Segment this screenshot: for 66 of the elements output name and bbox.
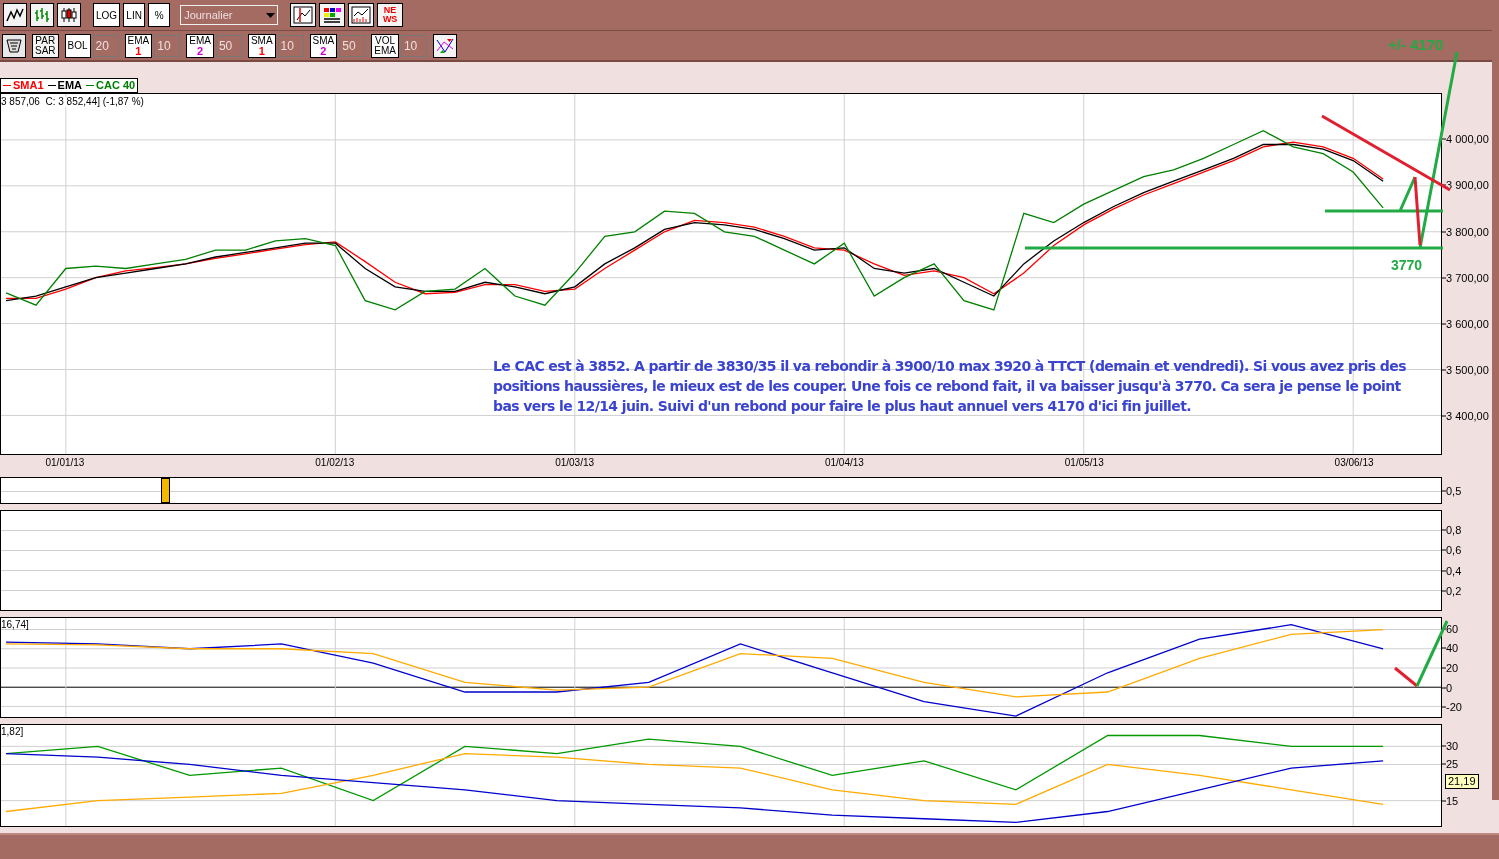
- price-info: 3 857,06 C: 3 852,44] (-1,87 %): [1, 97, 144, 107]
- axis-label: 40: [1446, 642, 1459, 654]
- date-label: 03/06/13: [1334, 458, 1374, 468]
- period-field[interactable]: 20: [92, 34, 119, 57]
- date-label: 01/03/13: [555, 458, 595, 468]
- axis-label: 3 700,00: [1446, 272, 1489, 284]
- bar-chart-icon: [33, 7, 51, 23]
- axis-label: 3 600,00: [1446, 318, 1489, 330]
- target-label: +/- 4170: [1388, 37, 1444, 52]
- axis-label: 0,2: [1446, 585, 1462, 597]
- axis-label: 0,4: [1446, 565, 1462, 577]
- news-label: NE WS: [382, 6, 398, 24]
- axis-label: 0,6: [1446, 544, 1462, 556]
- basket-button[interactable]: [2, 33, 26, 58]
- axis-label: 3 800,00: [1446, 226, 1489, 237]
- axis-label: 15: [1446, 795, 1459, 807]
- indicator-button[interactable]: SMA 2: [309, 33, 338, 58]
- axis-label: -20: [1446, 701, 1462, 713]
- indicator-button[interactable]: EMA 2: [186, 33, 214, 58]
- crossing-lines-icon: [435, 36, 454, 55]
- chart-type-button[interactable]: [3, 3, 27, 27]
- axis-label: 0,5: [1446, 485, 1462, 496]
- date-label: 01/05/13: [1064, 458, 1104, 468]
- tool-button[interactable]: NE WS: [377, 3, 404, 27]
- axis-label: 60: [1446, 623, 1459, 635]
- chart-type-button[interactable]: [30, 3, 54, 27]
- scale-button[interactable]: LIN: [123, 3, 146, 27]
- chart-cursor-icon: [293, 6, 314, 24]
- indicator-button[interactable]: BOL: [64, 33, 91, 58]
- axis-label: 20: [1446, 662, 1459, 674]
- tool-button[interactable]: [348, 3, 375, 27]
- indicator-button[interactable]: EMA 1: [124, 33, 153, 58]
- axis-label: 25: [1446, 758, 1459, 770]
- period-field[interactable]: 10: [154, 34, 181, 57]
- axis-label: 30: [1446, 740, 1459, 752]
- caret-icon: [266, 12, 276, 18]
- date-label: 01/01/13: [45, 458, 85, 468]
- indicator-value: 16,74]: [1, 620, 29, 630]
- indicator-value: 1,82]: [1, 727, 24, 737]
- candlestick-icon: [60, 7, 78, 23]
- axis-label: 3 400,00: [1446, 410, 1489, 422]
- legend-item: SMA1: [3, 80, 44, 91]
- axis-label: 0,8: [1446, 524, 1462, 536]
- analysis-note: Le CAC est à 3852. A partir de 3830/35 il va rebondir à 3900/10 max 3920 à TTCT (demain et vendredi). Si vous avez pris des positions haussières, le mieux est de les couper. Une fois ce rebond fait, il va baisser jusqu'à 3770. Ca sera je pense le point bas vers le 12/14 juin. Suivi d'un rebond pour faire le plus haut annuel vers 4170 d'ici fin juillet.: [493, 357, 1407, 416]
- signals-button[interactable]: [432, 33, 457, 58]
- line-chart-icon: [351, 6, 372, 24]
- chart-type-button[interactable]: [57, 3, 81, 27]
- tool-button[interactable]: [319, 3, 346, 27]
- basket-icon: [6, 37, 22, 54]
- axis-label: 3 500,00: [1446, 364, 1489, 376]
- legend-item: CAC 40: [86, 80, 136, 91]
- color-palette-icon: [322, 6, 343, 24]
- scale-button[interactable]: %: [148, 3, 171, 27]
- target-label: 3770: [1391, 258, 1423, 272]
- legend-item: EMA: [47, 80, 82, 91]
- line-chart-icon: [6, 7, 24, 23]
- indicator-button[interactable]: PAR SAR: [32, 33, 59, 58]
- indicator-button[interactable]: VOL EMA: [371, 33, 399, 58]
- date-label: 01/02/13: [315, 458, 355, 468]
- value-tag: 21,19: [1445, 774, 1479, 789]
- axis-label: 4 000,00: [1446, 133, 1489, 145]
- axis-label: 0: [1446, 682, 1453, 694]
- indicator-button[interactable]: SMA 1: [247, 33, 276, 58]
- scale-button[interactable]: LOG: [93, 3, 121, 27]
- tool-button[interactable]: [290, 3, 317, 27]
- date-label: 01/04/13: [824, 458, 864, 468]
